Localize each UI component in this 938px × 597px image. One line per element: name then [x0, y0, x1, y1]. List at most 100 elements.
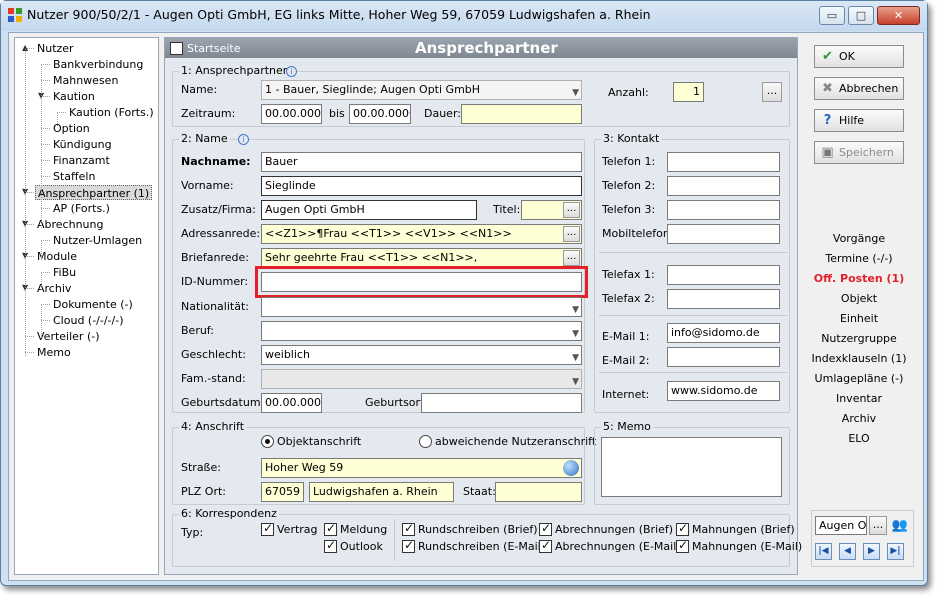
info-icon[interactable]: i: [286, 66, 297, 77]
hilfe-button[interactable]: ? Hilfe: [814, 109, 904, 132]
strasse-field[interactable]: Hoher Weg 59: [261, 458, 582, 478]
email2-field[interactable]: [667, 347, 780, 367]
navigation-tree: Nutzer ▲ Bankverbindung Mahnwesen Kaution ▼ Ka…: [14, 37, 159, 575]
speichern-button[interactable]: ▣ Speichern: [814, 141, 904, 164]
ort-field[interactable]: Ludwigshafen a. Rhein: [309, 482, 454, 502]
mobiltelefon-field[interactable]: [667, 224, 780, 244]
adressanrede-field[interactable]: <<Z1>>¶Frau <<T1>> <<V1>> <<N1>>...: [261, 224, 582, 244]
adressanrede-more-button[interactable]: ...: [563, 226, 580, 242]
related-link[interactable]: Termine (-/-): [804, 252, 914, 265]
abrechnungen-brief-checkbox[interactable]: [539, 521, 552, 536]
abrechnungen-email-checkbox[interactable]: [539, 538, 552, 553]
nachname-field[interactable]: Bauer: [261, 152, 582, 172]
globe-icon[interactable]: [563, 460, 579, 476]
related-link[interactable]: Archiv: [804, 412, 914, 425]
name-select[interactable]: 1 - Bauer, Sieglinde; Augen Opti GmbH ▼: [261, 80, 582, 100]
related-link[interactable]: Nutzergruppe: [804, 332, 914, 345]
navigator-field[interactable]: Augen O: [815, 516, 867, 535]
first-record-button[interactable]: |◀: [815, 543, 832, 560]
related-link[interactable]: Umlagepläne (-): [804, 372, 914, 385]
ok-button[interactable]: ✔ OK: [814, 45, 904, 68]
zusatz-field[interactable]: Augen Opti GmbH: [261, 200, 477, 220]
telefax1-field[interactable]: [667, 265, 780, 285]
telefon1-field[interactable]: [667, 152, 780, 172]
briefanrede-field[interactable]: Sehr geehrte Frau <<T1>> <<N1>>,...: [261, 248, 582, 268]
tree-item[interactable]: Kündigung: [51, 137, 114, 152]
memo-field[interactable]: [601, 437, 782, 497]
tree-item[interactable]: Bankverbindung: [51, 57, 145, 72]
tree-item[interactable]: Nutzer-Umlagen: [51, 233, 144, 248]
related-link[interactable]: Einheit: [804, 312, 914, 325]
users-icon[interactable]: 👥: [891, 516, 909, 535]
tree-item[interactable]: Finanzamt: [51, 153, 112, 168]
outlook-checkbox[interactable]: [324, 538, 337, 553]
abweichend-radio[interactable]: [419, 435, 432, 448]
rundschreiben-email-checkbox[interactable]: [402, 538, 415, 553]
nationalitaet-select[interactable]: ▼: [261, 297, 582, 317]
tree-item[interactable]: FiBu: [51, 265, 78, 280]
tree-item[interactable]: Ansprechpartner (1): [35, 185, 153, 200]
related-link[interactable]: Vorgänge: [804, 232, 914, 245]
telefax2-field[interactable]: [667, 289, 780, 309]
tree-item[interactable]: Memo: [35, 345, 73, 360]
next-record-button[interactable]: ▶: [863, 543, 880, 560]
anzahl-more-button[interactable]: ...: [762, 82, 782, 102]
tree-item[interactable]: Dokumente (-): [51, 297, 135, 312]
close-button[interactable]: ✕: [877, 6, 920, 25]
tree-item[interactable]: Verteiler (-): [35, 329, 102, 344]
geburtsdatum-field[interactable]: 00.00.0000: [261, 393, 322, 413]
related-link[interactable]: ELO: [804, 432, 914, 445]
zeitraum-from-field[interactable]: 00.00.0000: [261, 104, 322, 124]
telefon2-field[interactable]: [667, 176, 780, 196]
rundschreiben-brief-checkbox[interactable]: [402, 521, 415, 536]
tree-item[interactable]: AP (Forts.): [51, 201, 112, 216]
zeitraum-to-field[interactable]: 00.00.0000: [349, 104, 411, 124]
tree-item[interactable]: Staffeln: [51, 169, 97, 184]
mahnungen-brief-checkbox[interactable]: [676, 521, 689, 536]
last-record-button[interactable]: ▶|: [887, 543, 904, 560]
divider: [599, 372, 787, 373]
main-panel: Startseite Ansprechpartner 1: Ansprechpa…: [164, 37, 802, 575]
minimize-button[interactable]: ▭: [819, 6, 845, 25]
info-icon[interactable]: i: [238, 134, 249, 145]
related-link[interactable]: Objekt: [804, 292, 914, 305]
mahnungen-email-checkbox[interactable]: [676, 538, 689, 553]
group-title: 4: Anschrift: [179, 420, 247, 433]
related-link[interactable]: Inventar: [804, 392, 914, 405]
briefanrede-more-button[interactable]: ...: [563, 250, 580, 266]
geburtsort-field[interactable]: [421, 393, 582, 413]
titel-field[interactable]: ...: [521, 200, 582, 220]
navigator-more-button[interactable]: ...: [869, 516, 887, 535]
bis-label: bis: [329, 107, 345, 120]
email1-field[interactable]: info@sidomo.de: [667, 323, 780, 343]
tree-item[interactable]: Kaution: [51, 89, 97, 104]
telefon3-field[interactable]: [667, 200, 780, 220]
vorname-field[interactable]: Sieglinde: [261, 176, 582, 196]
dauer-field[interactable]: [461, 104, 582, 124]
startseite-checkbox[interactable]: [170, 42, 183, 55]
famstand-select[interactable]: ▼: [261, 369, 582, 389]
tree-item-label: Kaution: [53, 90, 95, 103]
anzahl-field[interactable]: 1: [673, 82, 704, 102]
telefax1-label: Telefax 1:: [602, 268, 655, 281]
beruf-select[interactable]: ▼: [261, 321, 582, 341]
staat-field[interactable]: [495, 482, 582, 502]
tree-item[interactable]: Mahnwesen: [51, 73, 120, 88]
vertrag-checkbox[interactable]: [261, 521, 274, 536]
tree-item[interactable]: Nutzer: [35, 41, 76, 56]
related-link[interactable]: Indexklauseln (1): [804, 352, 914, 365]
maximize-button[interactable]: □: [848, 6, 874, 25]
plz-field[interactable]: 67059: [261, 482, 304, 502]
geschlecht-select[interactable]: weiblich ▼: [261, 345, 582, 365]
tree-item[interactable]: Abrechnung: [35, 217, 105, 232]
abbrechen-button[interactable]: ✖ Abbrechen: [814, 77, 904, 100]
objektanschrift-radio[interactable]: [261, 435, 274, 448]
meldung-checkbox[interactable]: [324, 521, 337, 536]
internet-field[interactable]: www.sidomo.de: [667, 381, 780, 401]
tree-item[interactable]: Cloud (-/-/-/-): [51, 313, 126, 328]
related-link[interactable]: Off. Posten (1): [804, 272, 914, 285]
previous-record-button[interactable]: ◀: [839, 543, 856, 560]
vertrag-label: Vertrag: [277, 523, 318, 536]
titel-more-button[interactable]: ...: [563, 202, 580, 218]
tree-item[interactable]: Kaution (Forts.): [67, 105, 156, 120]
